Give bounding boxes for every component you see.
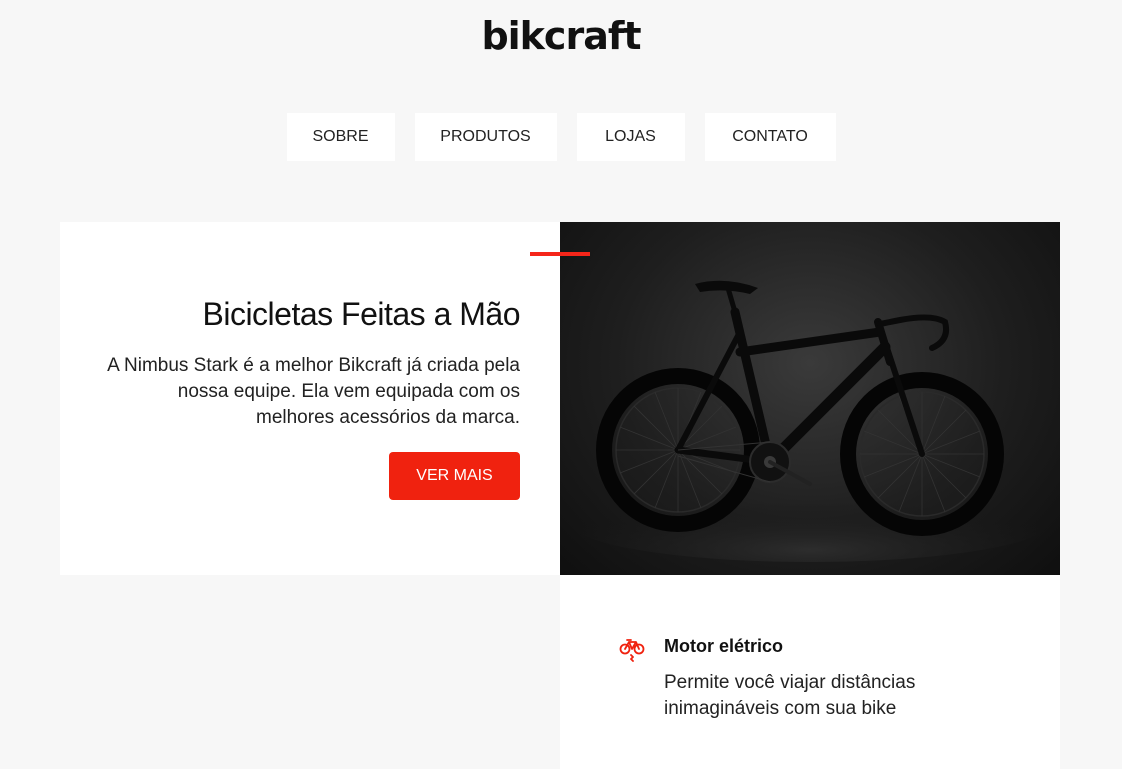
bicycle-image	[560, 222, 1060, 575]
feature-card: Motor elétrico Permite você viajar distâ…	[560, 575, 1060, 769]
nav-item-contato[interactable]: Contato	[704, 113, 836, 161]
hero-text-panel: Bicicletas Feitas a Mão A Nimbus Stark é…	[60, 222, 560, 575]
feature-title: Motor elétrico	[664, 636, 784, 656]
site-logo[interactable]: bikcraft	[0, 14, 1122, 58]
nav-item-produtos[interactable]: Produtos	[414, 113, 557, 161]
nav-item-sobre[interactable]: Sobre	[286, 113, 395, 161]
accent-line	[530, 252, 590, 256]
bicycle-photo-icon	[570, 280, 1050, 562]
ver-mais-button[interactable]: Ver Mais	[389, 452, 520, 500]
nav-item-lojas[interactable]: Lojas	[576, 113, 685, 161]
hero-title: Bicicletas Feitas a Mão	[202, 296, 520, 332]
hero-description: A Nimbus Stark é a melhor Bikcraft já cr…	[107, 355, 520, 428]
main-nav: Sobre Produtos Lojas Contato	[0, 113, 1122, 161]
electric-bike-icon	[619, 636, 645, 662]
feature-description: Permite você viajar distâncias inimaginá…	[664, 672, 916, 719]
